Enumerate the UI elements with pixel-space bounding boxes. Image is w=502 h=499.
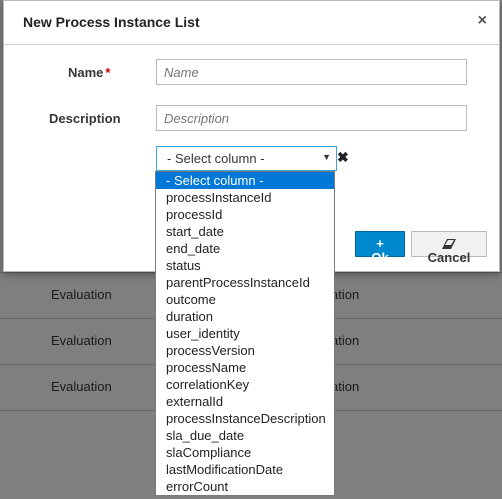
dropdown-option[interactable]: processInstanceId <box>156 189 334 206</box>
dropdown-option[interactable]: status <box>156 257 334 274</box>
cancel-button[interactable]: Cancel <box>411 231 487 265</box>
description-label: Description <box>49 111 121 126</box>
dropdown-option[interactable]: processId <box>156 206 334 223</box>
modal-title: New Process Instance List <box>23 14 200 30</box>
column-select[interactable]: - Select column - ▼ <box>156 146 337 171</box>
name-input[interactable] <box>156 59 467 85</box>
ok-button-label: Ok <box>371 250 389 265</box>
name-label-text: Name <box>68 65 104 80</box>
dropdown-option[interactable]: outcome <box>156 291 334 308</box>
column-dropdown-list[interactable]: - Select column - processInstanceId proces… <box>155 171 335 496</box>
column-select-value: - Select column - <box>167 151 265 166</box>
modal-header: New Process Instance List × <box>4 1 499 45</box>
name-label: Name * <box>68 65 110 80</box>
dropdown-option[interactable]: processVersion <box>156 342 334 359</box>
dropdown-option[interactable]: end_date <box>156 240 334 257</box>
chevron-down-icon: ▼ <box>322 152 331 162</box>
dropdown-option[interactable]: - Select column - <box>156 172 334 189</box>
dropdown-option[interactable]: processName <box>156 359 334 376</box>
dropdown-option[interactable]: parentProcessInstanceId <box>156 274 334 291</box>
dropdown-option[interactable]: user_identity <box>156 325 334 342</box>
required-marker: * <box>105 65 111 80</box>
dropdown-option[interactable]: correlationKey <box>156 376 334 393</box>
eraser-icon <box>442 239 456 249</box>
description-input[interactable] <box>156 105 467 131</box>
close-icon[interactable]: × <box>478 13 487 29</box>
dropdown-option[interactable]: externalId <box>156 393 334 410</box>
plus-icon: + <box>376 236 384 251</box>
dropdown-option[interactable]: start_date <box>156 223 334 240</box>
dropdown-option[interactable]: sla_due_date <box>156 427 334 444</box>
ok-button[interactable]: + Ok <box>355 231 405 265</box>
remove-column-icon[interactable]: ✖ <box>337 149 349 166</box>
dropdown-option[interactable]: processInstanceDescription <box>156 410 334 427</box>
dropdown-option[interactable]: errorCount <box>156 478 334 495</box>
cancel-button-label: Cancel <box>427 250 471 265</box>
dropdown-option[interactable]: slaCompliance <box>156 444 334 461</box>
dropdown-option[interactable]: lastModificationDate <box>156 461 334 478</box>
dropdown-option[interactable]: duration <box>156 308 334 325</box>
